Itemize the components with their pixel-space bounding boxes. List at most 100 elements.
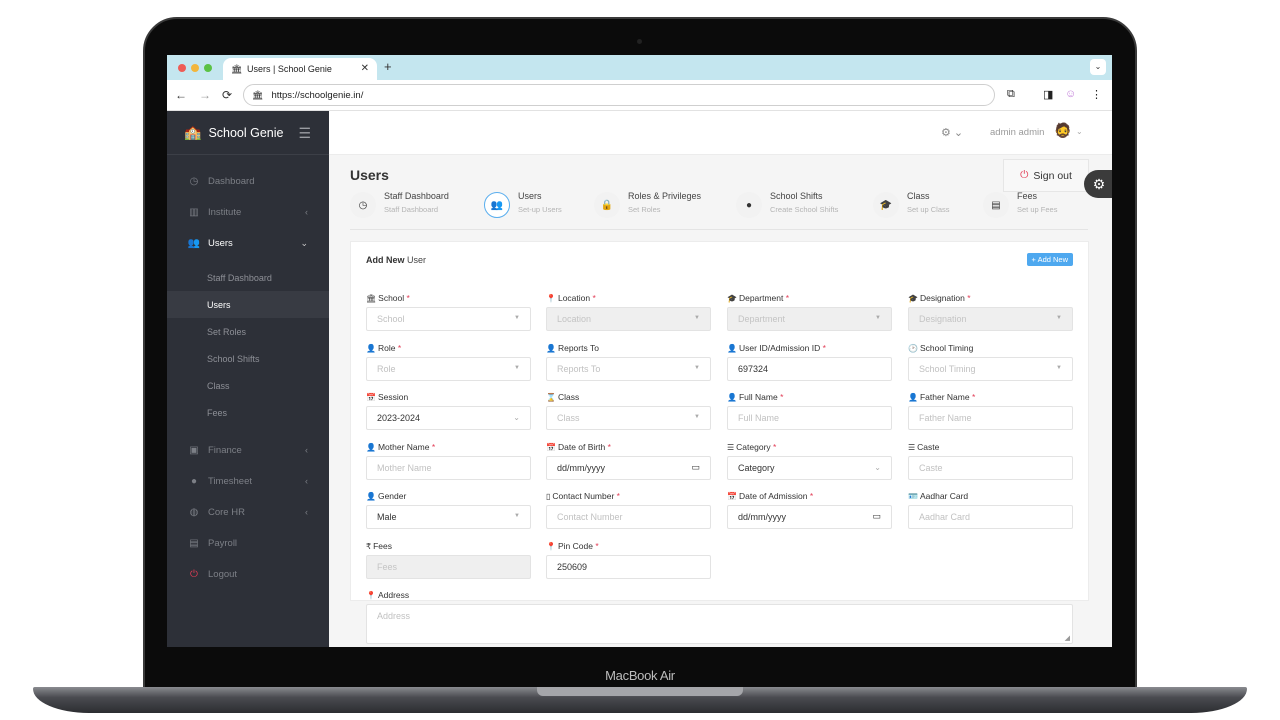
calendar-picker-icon[interactable]: ▭: [691, 462, 700, 473]
sidebar-item-timesheet[interactable]: ● Timesheet ‹: [167, 467, 329, 495]
users-icon: 👥: [484, 192, 510, 218]
sidebar-item-label: Dashboard: [208, 175, 255, 187]
new-tab-button[interactable]: +: [384, 59, 392, 74]
input-value: 697324: [738, 364, 769, 374]
pin-code-field: 📍 Pin Code * 250609: [546, 541, 711, 579]
sign-out-label: Sign out: [1033, 169, 1072, 182]
sidebar-item-core-hr[interactable]: ◍ Core HR ‹: [167, 498, 329, 526]
settings-dropdown-icon[interactable]: ⚙ ⌄: [941, 126, 963, 139]
sidebar-item-label: Core HR: [208, 506, 245, 518]
add-new-button[interactable]: + Add New: [1026, 253, 1073, 266]
resize-handle-icon[interactable]: ◢: [1065, 634, 1070, 642]
sidebar-subitem-class[interactable]: Class: [167, 372, 329, 399]
shortcut-title: Users: [518, 191, 542, 201]
chevron-down-icon[interactable]: ⌄: [1076, 127, 1083, 136]
chevron-down-icon: ⌄: [874, 463, 881, 472]
clock-icon: ●: [190, 475, 198, 487]
shortcut-title: Class: [907, 191, 930, 201]
shortcut-subtitle: Set up Class: [907, 205, 950, 214]
sidebar-item-payroll[interactable]: ▤ Payroll: [167, 529, 329, 557]
aadhar-input[interactable]: Aadhar Card: [908, 505, 1073, 529]
extensions-icon[interactable]: ⧉: [1007, 88, 1015, 101]
tab-search-chevron-icon[interactable]: ⌄: [1090, 59, 1106, 75]
sidebar-item-users[interactable]: 👥 Users ⌄: [167, 229, 329, 257]
card-title-rest: User: [407, 255, 427, 265]
role-select[interactable]: Role ▼: [366, 357, 531, 381]
side-panel-icon[interactable]: ◨: [1043, 88, 1053, 101]
user-id-input[interactable]: 697324: [727, 357, 892, 381]
sidebar-subitem-users[interactable]: Users: [167, 291, 329, 318]
calculator-icon: ▤: [189, 537, 199, 549]
full-name-input[interactable]: Full Name: [727, 406, 892, 430]
reports-to-field: 👤 Reports To Reports To ▼: [546, 343, 711, 381]
sidebar-subitem-fees[interactable]: Fees: [167, 399, 329, 426]
back-icon[interactable]: ←: [175, 88, 187, 102]
select-placeholder: Location: [557, 314, 592, 324]
close-tab-icon[interactable]: ✕: [361, 63, 369, 74]
department-select[interactable]: Department ▼: [727, 307, 892, 331]
input-placeholder: Father Name: [919, 413, 972, 423]
sidebar-item-institute[interactable]: ▥ Institute ‹: [167, 198, 329, 226]
reports-to-select[interactable]: Reports To ▼: [546, 357, 711, 381]
school-select[interactable]: School ▼: [366, 307, 531, 331]
address-textarea[interactable]: Address ◢: [366, 604, 1073, 644]
dob-input[interactable]: dd/mm/yyyy ▭: [546, 456, 711, 480]
close-window-button[interactable]: [178, 64, 186, 72]
pin-code-input[interactable]: 250609: [546, 555, 711, 579]
sidebar-item-logout[interactable]: ⏻ Logout: [167, 560, 329, 588]
shortcut-subtitle: Set Roles: [628, 205, 661, 214]
avatar[interactable]: 🧔: [1054, 122, 1072, 142]
user-plus-icon: 👤: [546, 344, 556, 353]
field-label: Gender: [377, 491, 407, 501]
field-label: School: [378, 293, 405, 303]
theme-settings-gear-icon[interactable]: ⚙: [1084, 170, 1112, 198]
field-label: School Timing: [919, 343, 974, 353]
category-select[interactable]: Category ⌄: [727, 456, 892, 480]
power-icon: ⏻: [1020, 169, 1029, 181]
minimize-window-button[interactable]: [191, 64, 199, 72]
session-select[interactable]: 2023-2024 ⌄: [366, 406, 531, 430]
sidebar-subitem-staff-dashboard[interactable]: Staff Dashboard: [167, 264, 329, 291]
power-icon: ⏻: [190, 568, 198, 580]
browser-menu-icon[interactable]: ⋮: [1091, 88, 1102, 101]
user-name[interactable]: admin admin: [990, 127, 1044, 138]
school-timing-select[interactable]: School Timing ▼: [908, 357, 1073, 381]
caste-input[interactable]: Caste: [908, 456, 1073, 480]
site-info-icon[interactable]: 🏛: [252, 90, 263, 101]
caret-down-icon: ▼: [875, 315, 881, 321]
dob-field: 📅 Date of Birth * dd/mm/yyyy ▭: [546, 442, 711, 480]
caste-field: ☰ Caste Caste: [908, 442, 1073, 480]
father-name-field: 👤 Father Name * Father Name: [908, 392, 1073, 430]
class-select[interactable]: Class ▼: [546, 406, 711, 430]
menu-toggle-icon[interactable]: ☰: [298, 125, 311, 142]
profile-icon[interactable]: ☺: [1065, 88, 1076, 100]
id-card-icon: 🪪: [908, 492, 918, 501]
forward-icon[interactable]: →: [199, 88, 211, 102]
designation-select[interactable]: Designation ▼: [908, 307, 1073, 331]
maximize-window-button[interactable]: [204, 64, 212, 72]
field-label: Class: [557, 392, 580, 402]
sidebar-subitem-school-shifts[interactable]: School Shifts: [167, 345, 329, 372]
browser-tab[interactable]: 🏛 Users | School Genie ✕: [223, 58, 377, 80]
sidebar-item-finance[interactable]: ▣ Finance ‹: [167, 436, 329, 464]
required-mark: *: [822, 343, 826, 353]
address-bar[interactable]: 🏛 https://schoolgenie.in/: [243, 84, 995, 106]
map-marker-icon: 📍: [546, 294, 556, 303]
brand-name: School Genie: [208, 125, 284, 140]
admission-date-input[interactable]: dd/mm/yyyy ▭: [727, 505, 892, 529]
sidebar-subitem-set-roles[interactable]: Set Roles: [167, 318, 329, 345]
location-select[interactable]: Location ▼: [546, 307, 711, 331]
screen: 🏛 Users | School Genie ✕ + ⌄ ← → ⟳ 🏛 htt…: [167, 55, 1112, 647]
calendar-picker-icon[interactable]: ▭: [872, 511, 881, 522]
sidebar-item-dashboard[interactable]: ◷ Dashboard: [167, 167, 329, 195]
mother-name-input[interactable]: Mother Name: [366, 456, 531, 480]
reload-icon[interactable]: ⟳: [222, 88, 232, 102]
sign-out-button[interactable]: ⏻ Sign out: [1003, 159, 1089, 192]
graduation-cap-icon: 🎓: [908, 294, 918, 303]
fees-input[interactable]: Fees: [366, 555, 531, 579]
gender-select[interactable]: Male ▼: [366, 505, 531, 529]
page-title: Users: [350, 167, 389, 183]
contact-number-input[interactable]: Contact Number: [546, 505, 711, 529]
role-field: 👤 Role * Role ▼: [366, 343, 531, 381]
father-name-input[interactable]: Father Name: [908, 406, 1073, 430]
